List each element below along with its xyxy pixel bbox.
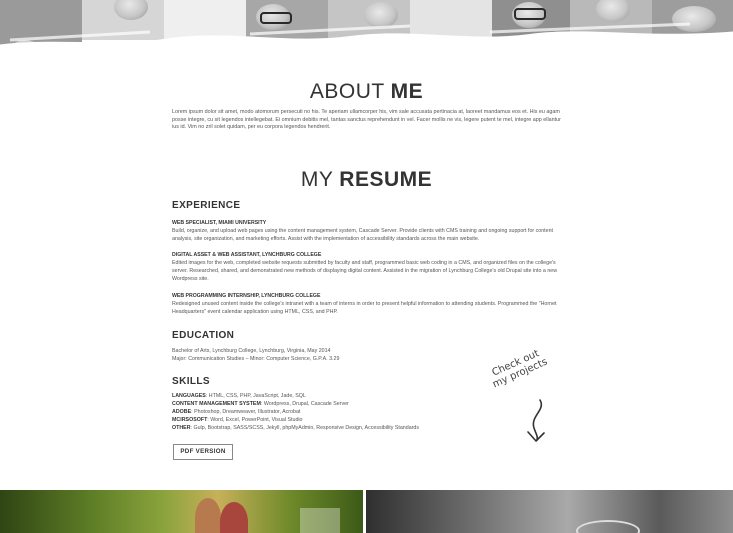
skill-label: MCIRSOSOFT: [172, 417, 208, 423]
skill-line: LANGUAGES: HTML, CSS, PHP, JavaScript, J…: [172, 393, 306, 399]
skills-heading: SKILLS: [172, 376, 210, 387]
person-shape: [220, 502, 248, 533]
project-photo-left[interactable]: [0, 490, 363, 533]
job-description: Build, organize, and upload web pages us…: [172, 228, 554, 242]
job-title: WEB PROGRAMMING INTERNSHIP, LYNCHBURG CO…: [172, 293, 321, 299]
resume-heading: MY RESUME: [0, 168, 733, 192]
skill-label: OTHER: [172, 425, 191, 431]
education-line: Major: Communication Studies – Minor: Co…: [172, 356, 340, 362]
skill-label: ADOBE: [172, 409, 192, 415]
skill-line: MCIRSOSOFT: Word, Excel, PowerPoint, Vis…: [172, 417, 303, 423]
experience-heading: EXPERIENCE: [172, 200, 241, 211]
about-paragraph: Lorem ipsum dolor sit amet, modo atomoru…: [172, 109, 561, 131]
portrait-face: [114, 0, 148, 20]
projects-callout[interactable]: Check out my projects: [476, 342, 560, 395]
job-title: DIGITAL ASSET & WEB ASSISTANT, LYNCHBURG…: [172, 252, 322, 258]
skill-line: OTHER: Gulp, Bootstrap, SASS/SCSS, Jekyl…: [172, 425, 419, 431]
skill-label: CONTENT MANAGEMENT SYSTEM: [172, 401, 261, 407]
curved-down-arrow-icon: [527, 399, 545, 442]
about-heading-bold: ME: [390, 80, 424, 103]
resume-heading-light: MY: [300, 168, 340, 191]
about-heading-light: ABOUT: [309, 80, 391, 103]
education-heading: EDUCATION: [172, 330, 235, 341]
skill-line: CONTENT MANAGEMENT SYSTEM: Wordpress, Dr…: [172, 401, 349, 407]
brush-stroke-divider: [0, 22, 733, 88]
about-heading: ABOUT ME: [0, 80, 733, 104]
skill-value: : Word, Excel, PowerPoint, Visual Studio: [207, 417, 303, 423]
skill-line: ADOBE: Photoshop, Dreamweaver, Illustrat…: [172, 409, 300, 415]
job-title: WEB SPECIALIST, MIAMI UNIVERSITY: [172, 220, 267, 226]
resume-heading-bold: RESUME: [339, 168, 433, 191]
skill-value: : Gulp, Bootstrap, SASS/SCSS, Jekyll, ph…: [190, 425, 420, 431]
skill-value: : HTML, CSS, PHP, JavaScript, Jade, SQL: [205, 393, 306, 399]
shape-outline: [576, 520, 640, 533]
education-line: Bachelor of Arts, Lynchburg College, Lyn…: [172, 348, 331, 354]
person-shape: [195, 498, 221, 533]
job-description: Redesigned unused content inside the col…: [172, 301, 557, 315]
skill-value: : Wordpress, Drupal, Cascade Server: [260, 401, 349, 407]
light-patch: [300, 508, 340, 533]
skill-value: : Photoshop, Dreamweaver, Illustrator, A…: [191, 409, 301, 415]
job-description: Edited images for the web, completed web…: [172, 260, 558, 282]
project-photo-right[interactable]: [366, 490, 733, 533]
skill-label: LANGUAGES: [172, 393, 206, 399]
pdf-version-button[interactable]: PDF VERSION: [173, 444, 233, 460]
